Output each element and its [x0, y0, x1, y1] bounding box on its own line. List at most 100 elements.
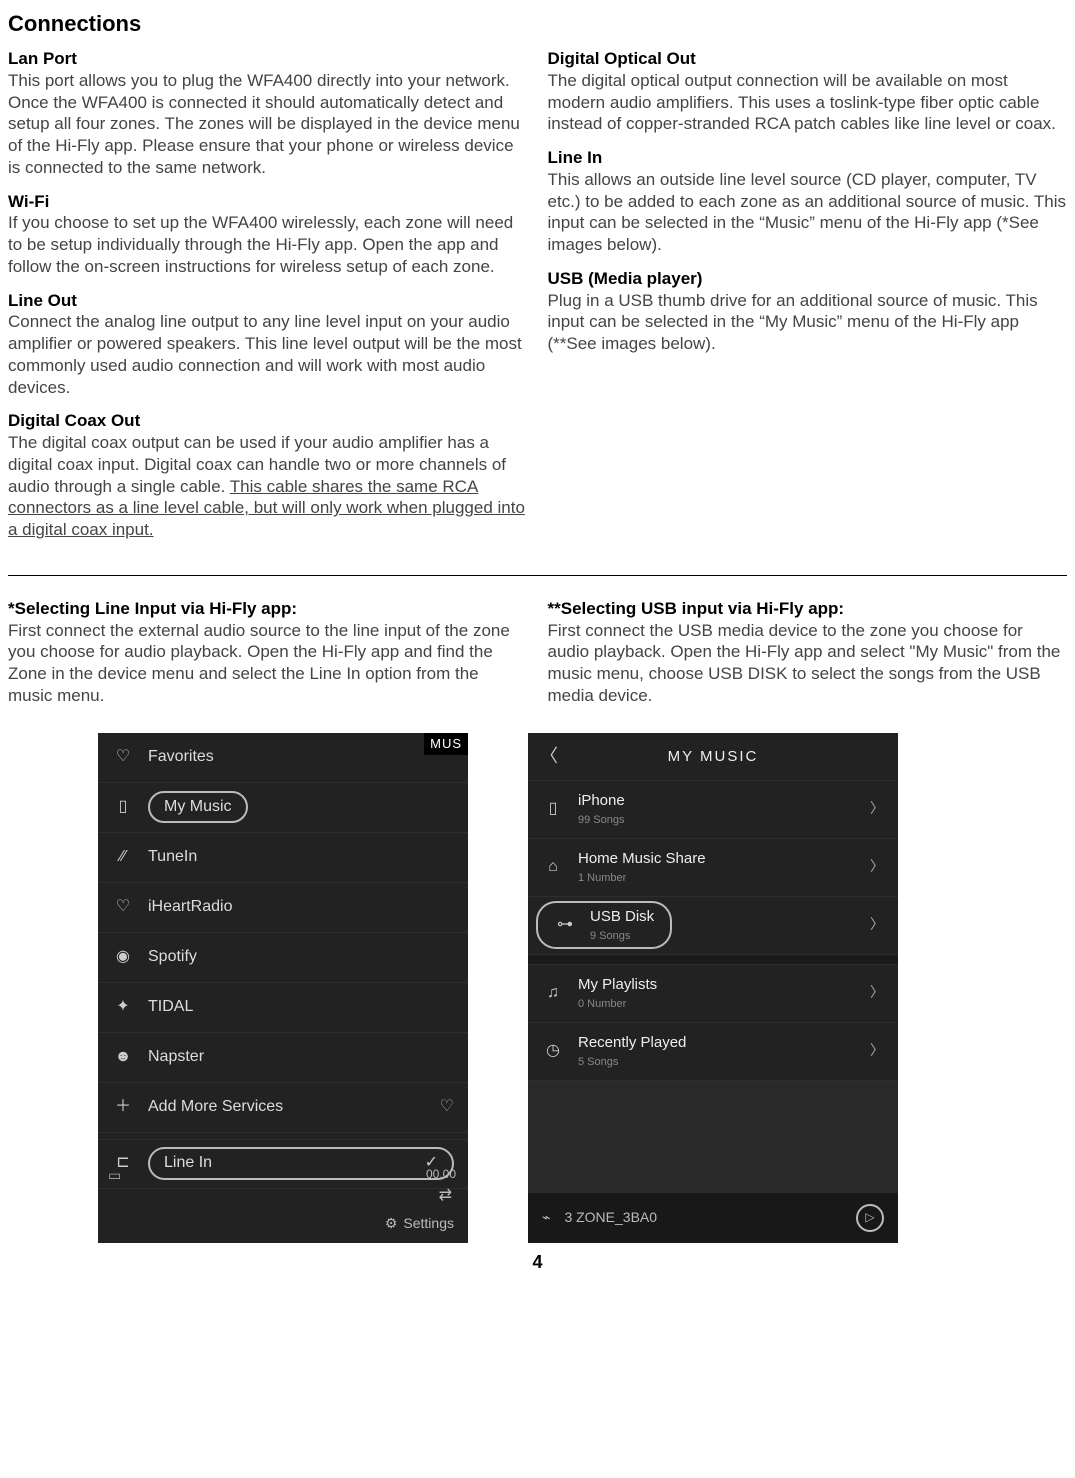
header: 〈 MY MUSIC: [528, 733, 898, 781]
label: Add More Services: [148, 1097, 454, 1117]
list-item-home-music-share[interactable]: ⌂ Home Music Share 1 Number 〉: [528, 839, 898, 897]
label: TIDAL: [148, 997, 454, 1017]
device-icon: ▭: [108, 1167, 121, 1185]
menu-item-tidal[interactable]: ✦ TIDAL: [98, 983, 468, 1033]
menu-item-tunein[interactable]: ⁄⁄ TuneIn: [98, 833, 468, 883]
section-title: Line Out: [8, 290, 528, 312]
item-subtitle: 99 Songs: [578, 813, 856, 827]
page-title: Connections: [8, 10, 1067, 38]
menu-item-favorites[interactable]: ♡ Favorites: [98, 733, 468, 783]
zone-label: 3 ZONE_3BA0: [564, 1209, 842, 1227]
list-item-recently-played[interactable]: ◷ Recently Played 5 Songs 〉: [528, 1023, 898, 1081]
right-column: Digital Optical Out The digital optical …: [548, 48, 1068, 553]
phone-icon: ▯: [542, 798, 564, 820]
back-button[interactable]: 〈: [540, 745, 560, 768]
time-label: 00.00: [426, 1167, 456, 1182]
section-title: Digital Coax Out: [8, 410, 528, 432]
list-item-iphone[interactable]: ▯ iPhone 99 Songs 〉: [528, 781, 898, 839]
chevron-right-icon: 〉: [870, 858, 884, 876]
screenshot-my-music: 〈 MY MUSIC ▯ iPhone 99 Songs 〉 ⌂ Home Mu…: [528, 733, 898, 1243]
usb-icon: ⊶: [554, 914, 576, 936]
section-body: This allows an outside line level source…: [548, 169, 1068, 256]
plus-icon: ＋: [112, 1096, 134, 1118]
spacer: [528, 1081, 898, 1201]
section-title: USB (Media player): [548, 268, 1068, 290]
left-column: Lan Port This port allows you to plug th…: [8, 48, 528, 553]
page-number: 4: [8, 1251, 1067, 1274]
menu-item-my-music[interactable]: ▯ My Music: [98, 783, 468, 833]
menu-item-line-in[interactable]: ⊏ Line In ✓: [98, 1139, 468, 1189]
section-body: Plug in a USB thumb drive for an additio…: [548, 290, 1068, 355]
section-digital-coax-out: Digital Coax Out The digital coax output…: [8, 410, 528, 541]
share-icon: ⌂: [542, 856, 564, 878]
menu-item-napster[interactable]: ☻ Napster: [98, 1033, 468, 1083]
instr-body-left: First connect the external audio source …: [8, 620, 528, 707]
chevron-right-icon: 〉: [870, 800, 884, 818]
label: Spotify: [148, 947, 454, 967]
chevron-right-icon: 〉: [870, 916, 884, 934]
instructions-left: *Selecting Line Input via Hi-Fly app: Fi…: [8, 598, 528, 733]
gear-icon: ⚙: [385, 1215, 398, 1233]
now-playing-bar[interactable]: ⌁ 3 ZONE_3BA0 ▷: [528, 1193, 898, 1243]
label: Favorites: [148, 747, 454, 767]
label: My Music: [164, 797, 232, 817]
highlight-pill: Line In ✓: [148, 1147, 454, 1179]
instr-title-right: **Selecting USB input via Hi-Fly app:: [548, 598, 1068, 620]
menu-item-iheartradio[interactable]: ♡ iHeartRadio: [98, 883, 468, 933]
instructions-right: **Selecting USB input via Hi-Fly app: Fi…: [548, 598, 1068, 733]
highlight-pill: ⊶ USB Disk 9 Songs: [536, 901, 672, 950]
section-wifi: Wi-Fi If you choose to set up the WFA400…: [8, 191, 528, 278]
shuffle-icon[interactable]: ⇄: [439, 1186, 452, 1206]
menu-item-spotify[interactable]: ◉ Spotify: [98, 933, 468, 983]
section-line-out: Line Out Connect the analog line output …: [8, 290, 528, 399]
chevron-right-icon: 〉: [870, 1042, 884, 1060]
separator: [8, 575, 1067, 576]
section-body: The digital coax output can be used if y…: [8, 432, 528, 541]
section-body: The digital optical output connection wi…: [548, 70, 1068, 135]
chevron-right-icon: 〉: [870, 984, 884, 1002]
settings-link[interactable]: ⚙ Settings: [385, 1215, 454, 1233]
section-body: If you choose to set up the WFA400 wirel…: [8, 212, 528, 277]
napster-icon: ☻: [112, 1046, 134, 1068]
play-button[interactable]: ▷: [856, 1204, 884, 1232]
item-title: My Playlists: [578, 976, 657, 993]
item-subtitle: 5 Songs: [578, 1055, 856, 1069]
section-title: Lan Port: [8, 48, 528, 70]
tidal-icon: ✦: [112, 996, 134, 1018]
instr-title-left: *Selecting Line Input via Hi-Fly app:: [8, 598, 528, 620]
section-title: Wi-Fi: [8, 191, 528, 213]
label: Line In: [164, 1153, 411, 1173]
label: iHeartRadio: [148, 897, 454, 917]
spotify-icon: ◉: [112, 946, 134, 968]
header-title: MY MUSIC: [668, 747, 759, 766]
section-line-in: Line In This allows an outside line leve…: [548, 147, 1068, 256]
section-body: Connect the analog line output to any li…: [8, 311, 528, 398]
section-title: Digital Optical Out: [548, 48, 1068, 70]
section-usb: USB (Media player) Plug in a USB thumb d…: [548, 268, 1068, 355]
header-fragment: MUS: [424, 733, 468, 756]
item-subtitle: 0 Number: [578, 997, 856, 1011]
screenshots: MUS ♡ Favorites ▯ My Music ⁄⁄ TuneIn ♡ i…: [8, 733, 1067, 1243]
clock-icon: ◷: [542, 1040, 564, 1062]
iheart-icon: ♡: [112, 896, 134, 918]
spacer: [528, 955, 898, 965]
heart-icon: ♡: [112, 746, 134, 768]
item-title: USB Disk: [590, 908, 654, 925]
menu-item-add-more[interactable]: ＋ Add More Services: [98, 1083, 468, 1133]
section-lan-port: Lan Port This port allows you to plug th…: [8, 48, 528, 179]
section-title: Line In: [548, 147, 1068, 169]
item-title: iPhone: [578, 792, 625, 809]
list-item-my-playlists[interactable]: ♫ My Playlists 0 Number 〉: [528, 965, 898, 1023]
favorite-icon[interactable]: ♡: [440, 1097, 454, 1117]
list-item-usb-disk[interactable]: ⊶ USB Disk 9 Songs 〉: [528, 897, 898, 955]
label: TuneIn: [148, 847, 454, 867]
item-title: Home Music Share: [578, 850, 706, 867]
phone-icon: ▯: [112, 796, 134, 818]
instr-body-right: First connect the USB media device to th…: [548, 620, 1068, 707]
music-note-icon: ♫: [542, 982, 564, 1004]
item-subtitle: 9 Songs: [590, 929, 654, 943]
tunein-icon: ⁄⁄: [112, 846, 134, 868]
settings-label: Settings: [403, 1215, 454, 1233]
item-title: Recently Played: [578, 1034, 686, 1051]
item-subtitle: 1 Number: [578, 871, 856, 885]
